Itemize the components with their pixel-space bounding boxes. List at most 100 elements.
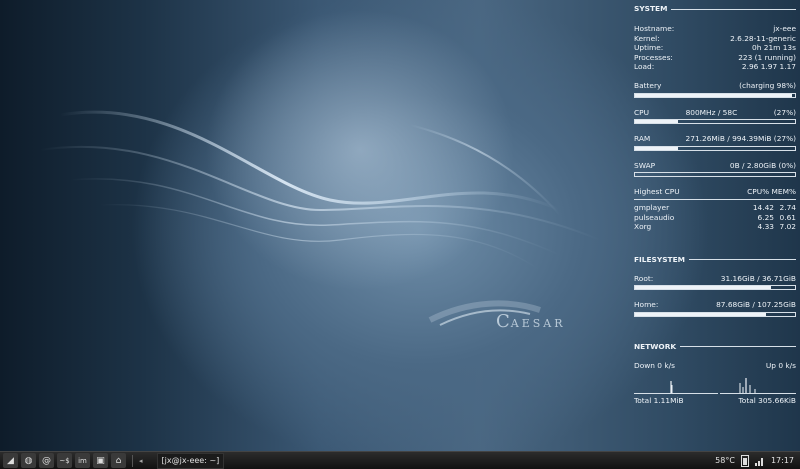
network-graphs (634, 375, 796, 394)
uptime-row: Uptime: 0h 21m 13s (634, 43, 796, 53)
section-filesystem-title: FILESYSTEM (634, 254, 796, 266)
process-list: gmplayer 14.42 2.74 pulseaudio 6.25 0.61 Xorg 4… (634, 203, 796, 232)
label: Processes: (634, 52, 673, 62)
system-tray: 58°C 17:17 (715, 454, 800, 467)
process-row: pulseaudio 6.25 0.61 (634, 213, 796, 223)
cpu-row: CPU 800MHz / 58C (27%) (634, 108, 796, 118)
battery-bar-fill (635, 93, 792, 97)
upload-graph (720, 377, 796, 394)
label: RAM (634, 134, 651, 144)
down-speed: Down 0 k/s (634, 360, 675, 370)
terminal-icon[interactable]: ~$ (57, 453, 72, 468)
taskbar: ◢ ◍ @ ~$ im ▣ ⌂ ◂ [jx@jx-eee: ~] 58°C 17:17 (0, 451, 800, 469)
launcher-group: ◢ ◍ @ ~$ im ▣ ⌂ (0, 453, 126, 468)
process-name: gmplayer (634, 202, 670, 212)
task-terminal-button[interactable]: [jx@jx-eee: ~] (156, 452, 225, 469)
label: Highest CPU (634, 187, 680, 197)
taskbar-separator (132, 454, 133, 467)
highest-cpu-header: Highest CPU CPU% MEM% (634, 187, 796, 197)
process-cpu: 4.33 (757, 222, 774, 232)
ram-bar (634, 145, 796, 151)
label: CPU (634, 107, 650, 117)
value: 223 (1 running) (738, 52, 796, 62)
globe-icon[interactable]: ◍ (21, 453, 36, 468)
task-arrow-icon[interactable]: ◂ (139, 457, 143, 465)
value: (27%) (773, 107, 796, 117)
battery-row: Battery (charging 98%) (634, 81, 796, 91)
value: (charging 98%) (739, 80, 796, 90)
swap-bar (634, 172, 796, 178)
swap-row: SWAP 0B / 2.80GiB (0%) (634, 161, 796, 171)
battery-icon[interactable] (740, 454, 749, 467)
value: 2.6.28-11-generic (730, 33, 796, 43)
logo-letter: C (496, 311, 510, 332)
conky-panel: SYSTEM Hostname: jx-eee Kernel: 2.6.28-11-… (634, 0, 796, 405)
process-mem: 2.74 (779, 202, 796, 212)
temperature-readout[interactable]: 58°C (715, 456, 735, 465)
label: Home: (634, 300, 659, 310)
ram-bar-fill (635, 146, 679, 150)
home-row: Home: 87.68GiB / 107.25GiB (634, 300, 796, 310)
value: jx-eee (773, 24, 796, 33)
network-title-text: NETWORK (634, 342, 677, 352)
system-title-text: SYSTEM (634, 4, 668, 14)
process-cpu: 6.25 (757, 212, 774, 222)
label: Uptime: (634, 43, 664, 53)
value: 87.68GiB / 107.25GiB (716, 300, 796, 310)
value: 0h 21m 13s (752, 43, 796, 53)
label: Kernel: (634, 33, 660, 43)
total-down: Total 1.11MiB (634, 395, 684, 405)
label: SWAP (634, 160, 656, 170)
download-graph (634, 380, 718, 394)
section-network-title: NETWORK (634, 341, 796, 353)
value: 271.26MiB / 994.39MiB (27%) (685, 134, 796, 144)
process-name: Xorg (634, 222, 652, 232)
section-system-title: SYSTEM (634, 3, 796, 15)
value: 31.16GiB / 36.71GiB (720, 273, 796, 283)
im-icon[interactable]: im (75, 453, 90, 468)
process-row: gmplayer 14.42 2.74 (634, 203, 796, 213)
title-rule (689, 259, 796, 261)
task-label: [jx@jx-eee: ~] (161, 456, 220, 465)
label: Load: (634, 62, 655, 72)
title-rule (671, 8, 796, 10)
load-row: Load: 2.96 1.97 1.17 (634, 62, 796, 72)
ram-row: RAM 271.26MiB / 994.39MiB (27%) (634, 134, 796, 144)
root-bar-fill (635, 286, 771, 290)
processes-row: Processes: 223 (1 running) (634, 53, 796, 63)
network-speed-row: Down 0 k/s Up 0 k/s (634, 361, 796, 371)
clock[interactable]: 17:17 (771, 456, 794, 465)
up-speed: Up 0 k/s (765, 360, 796, 370)
label: Root: (634, 273, 654, 283)
kernel-row: Kernel: 2.6.28-11-generic (634, 34, 796, 44)
cpu-bar-fill (635, 120, 679, 124)
cpu-freq: 800MHz / 58C (685, 107, 738, 117)
total-up: Total 305.66KiB (738, 395, 796, 405)
process-name: pulseaudio (634, 212, 675, 222)
root-bar (634, 285, 796, 291)
filesystem-title-text: FILESYSTEM (634, 254, 685, 264)
label: Hostname: (634, 24, 675, 33)
email-icon[interactable]: @ (39, 453, 54, 468)
home-icon[interactable]: ⌂ (111, 453, 126, 468)
hostname-row: Hostname: jx-eee (634, 24, 796, 34)
signal-icon[interactable] (754, 456, 765, 466)
menu-icon[interactable]: ◢ (3, 453, 18, 468)
root-row: Root: 31.16GiB / 36.71GiB (634, 274, 796, 284)
title-rule (680, 346, 796, 348)
label: Battery (634, 80, 662, 90)
process-mem: 0.61 (779, 212, 796, 222)
divider (634, 198, 796, 200)
save-icon[interactable]: ▣ (93, 453, 108, 468)
columns: CPU% MEM% (747, 187, 796, 197)
home-bar-fill (635, 312, 767, 316)
logo-text: AESAR (510, 317, 566, 330)
cpu-bar (634, 119, 796, 125)
process-mem: 7.02 (779, 222, 796, 232)
battery-bar (634, 92, 796, 98)
process-cpu: 14.42 (752, 202, 774, 212)
value: 0B / 2.80GiB (0%) (729, 160, 796, 170)
home-bar (634, 311, 796, 317)
network-total-row: Total 1.11MiB Total 305.66KiB (634, 396, 796, 406)
wallpaper-logo: CAESAR (496, 311, 566, 332)
